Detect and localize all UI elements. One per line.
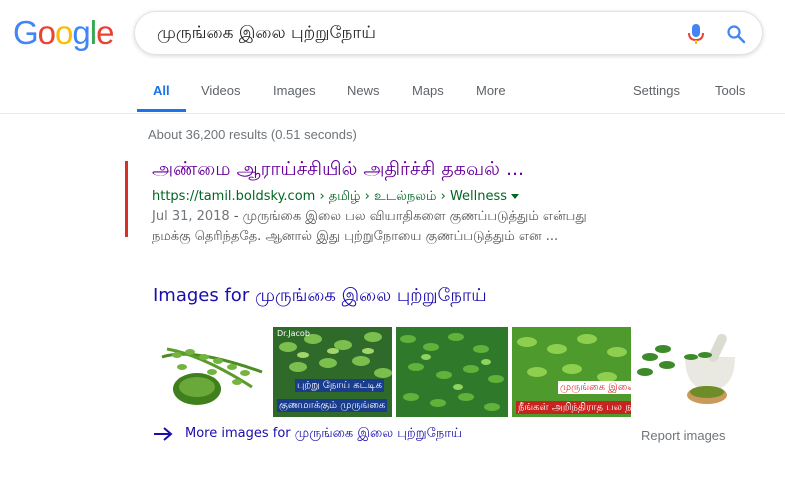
tab-videos[interactable]: Videos (201, 83, 241, 98)
logo-letter: o (55, 14, 73, 51)
thumbnail-caption: புற்று நோய் கட்டிக (295, 379, 384, 392)
result-snippet: Jul 31, 2018 - முருங்கை இலை பல வியாதிகளை… (152, 207, 732, 247)
result-url-text: https://tamil.boldsky.com › தமிழ் › உடல்… (152, 189, 508, 204)
more-images-label: More images for முருங்கை இலை புற்றுநோய் (185, 426, 463, 441)
thumbnail-caption: முருங்கை இலை பு (558, 381, 631, 394)
result-url[interactable]: https://tamil.boldsky.com › தமிழ் › உடல்… (152, 189, 520, 205)
images-heading-link[interactable]: Images for முருங்கை இலை புற்றுநோய் (153, 285, 487, 308)
search-box[interactable] (134, 11, 763, 55)
image-thumbnail[interactable]: முருங்கை இலை பு நீங்கள் அறிந்திராத பல ந (512, 327, 631, 417)
active-tab-indicator (137, 109, 186, 112)
search-icon[interactable] (726, 24, 746, 44)
tab-more[interactable]: More (476, 83, 506, 98)
image-thumbnail[interactable] (396, 327, 508, 417)
logo-letter: g (72, 14, 90, 51)
thumbnail-image (635, 327, 753, 417)
arrow-right-icon (154, 427, 173, 441)
search-tabs: All Videos Images News Maps More Setting… (0, 74, 785, 114)
logo-letter: e (96, 14, 114, 51)
thumbnail-caption: குணமாக்கும் முருங்கை (277, 399, 388, 412)
logo-letter: o (37, 14, 56, 51)
google-logo[interactable]: Google (13, 14, 114, 52)
result-stats: About 36,200 results (0.51 seconds) (148, 127, 357, 142)
thumbnail-watermark: Dr.Jacob (277, 329, 310, 338)
logo-letter: G (13, 14, 39, 51)
image-thumbnail[interactable]: Dr.Jacob புற்று நோய் கட்டிக குணமாக்கும் … (273, 327, 392, 417)
result-highlight-bar (125, 161, 128, 237)
thumbnail-image (152, 327, 269, 417)
tab-settings[interactable]: Settings (633, 83, 680, 98)
report-images-link[interactable]: Report images (641, 428, 726, 443)
tab-news[interactable]: News (347, 83, 380, 98)
result-title-link[interactable]: அண்மை ஆராய்ச்சியில் அதிர்ச்சி தகவல் ... (152, 158, 524, 183)
thumbnail-image (396, 327, 508, 417)
tab-tools[interactable]: Tools (715, 83, 745, 98)
dropdown-caret-icon[interactable] (511, 194, 520, 199)
tab-images[interactable]: Images (273, 83, 316, 98)
snippet-line-1: - முருங்கை இலை பல வியாதிகளை குணப்படுத்து… (229, 209, 587, 224)
mic-icon[interactable] (686, 23, 706, 45)
thumbnail-caption: நீங்கள் அறிந்திராத பல ந (516, 401, 631, 414)
snippet-line-2: நமக்கு தெரிந்ததே. ஆனால் இது புற்றுநோயை க… (152, 229, 559, 244)
search-input[interactable] (155, 21, 679, 47)
tab-all[interactable]: All (153, 83, 170, 98)
image-thumbnail[interactable] (152, 327, 269, 417)
result-date: Jul 31, 2018 (152, 209, 230, 224)
image-thumbnail[interactable] (635, 327, 753, 417)
tab-maps[interactable]: Maps (412, 83, 444, 98)
